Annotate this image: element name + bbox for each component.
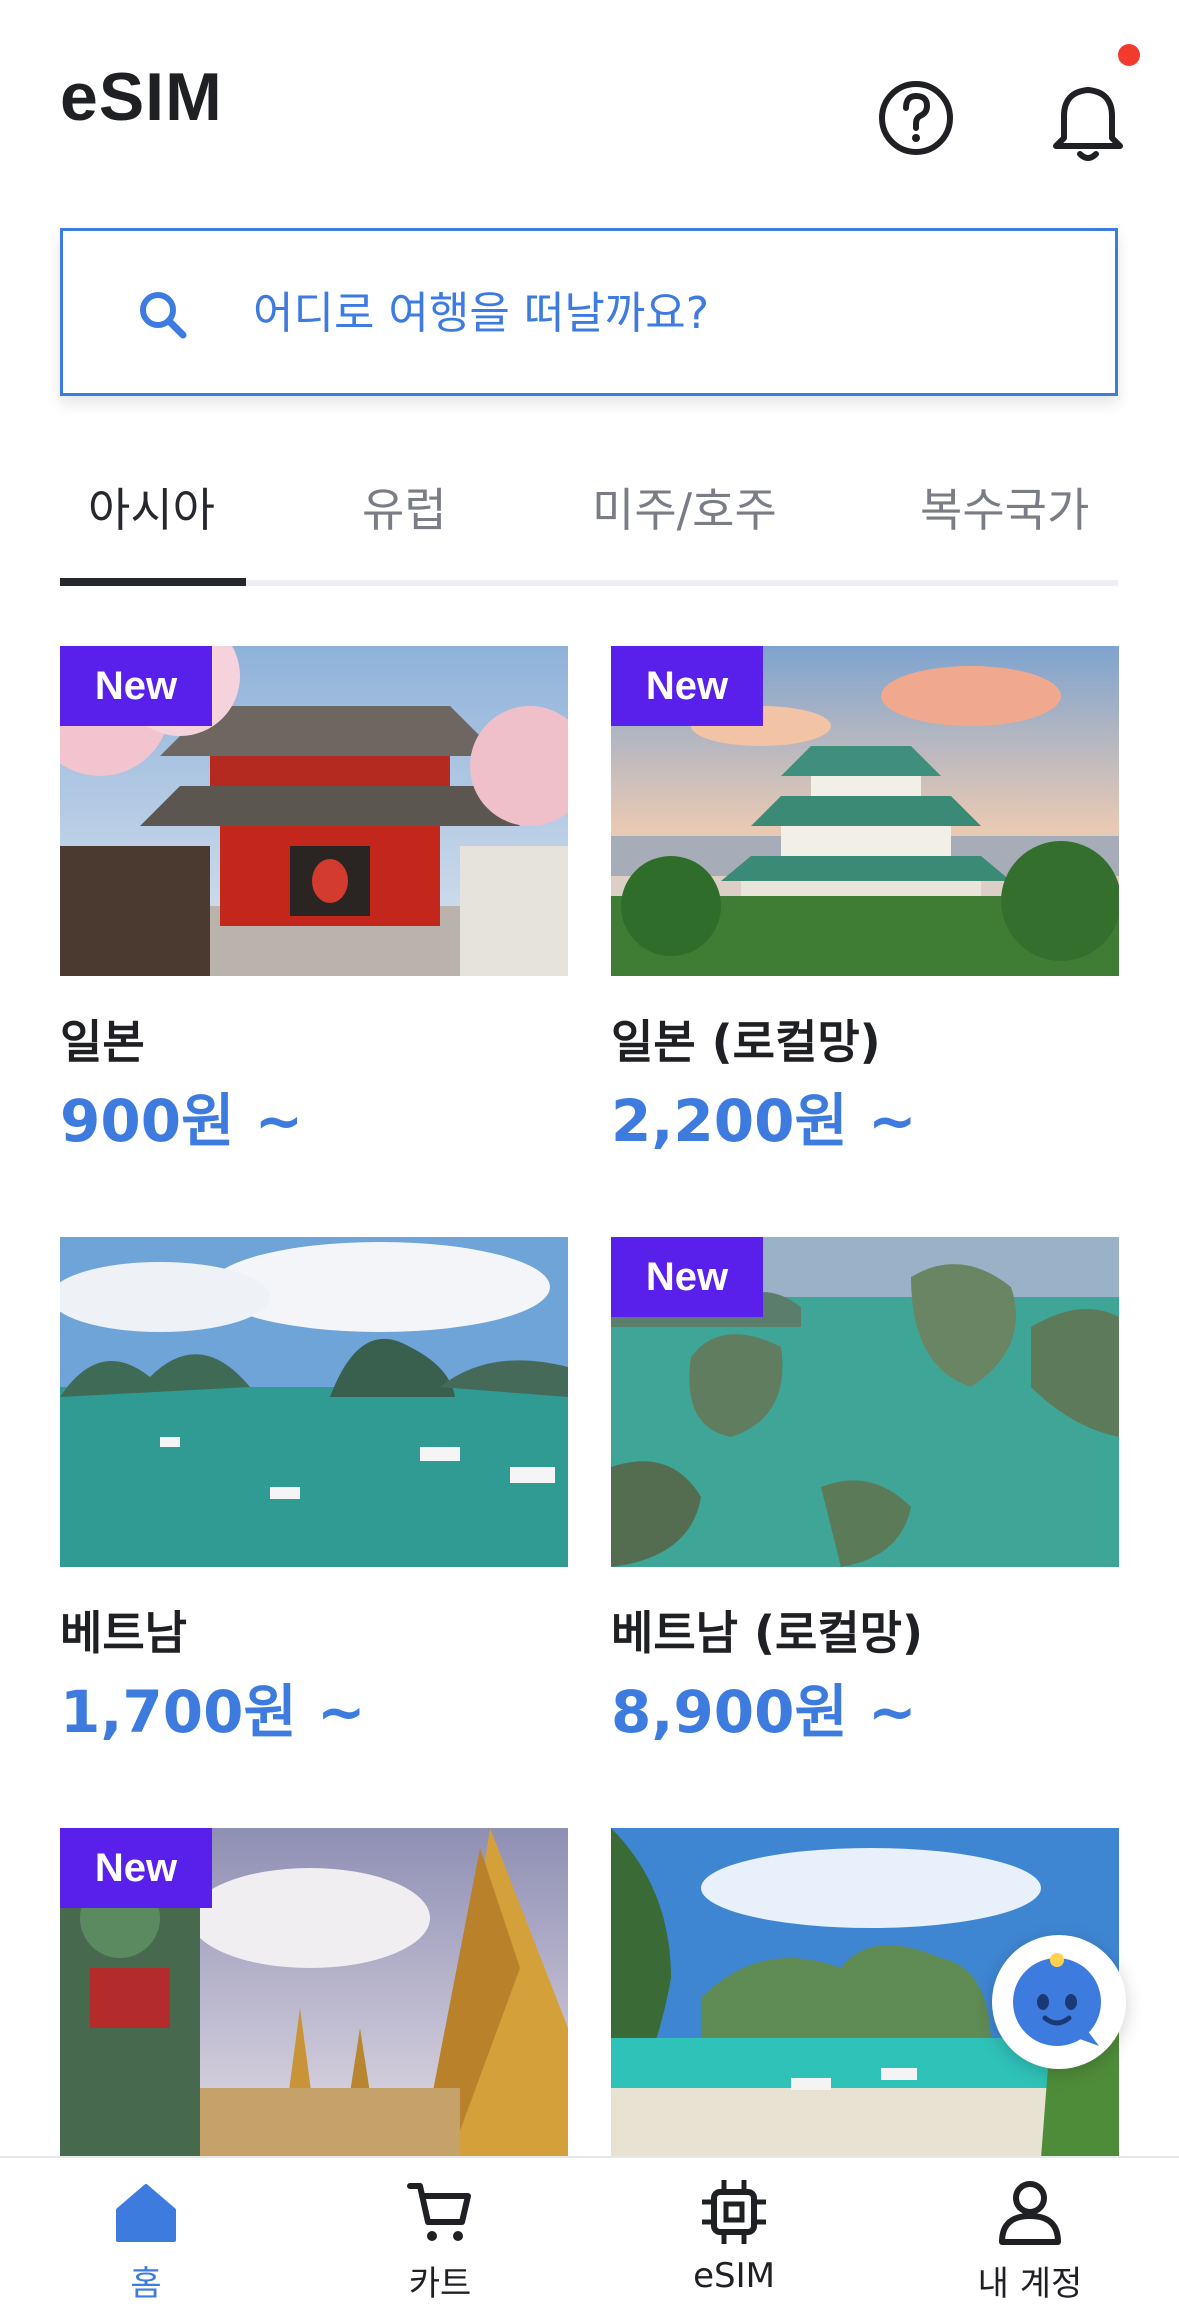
product-card[interactable]: New	[60, 1828, 568, 2158]
user-icon	[999, 2181, 1061, 2245]
search-icon	[140, 292, 187, 339]
nav-label: 내 계정	[977, 2264, 1083, 2304]
bell-icon	[1053, 87, 1123, 161]
notification-dot	[1118, 44, 1140, 66]
nav-home[interactable]: 홈	[46, 2176, 246, 2316]
chip-icon	[702, 2180, 766, 2244]
cart-icon	[407, 2183, 471, 2241]
nav-label: 카트	[408, 2264, 472, 2304]
card-price: 1,700원 ~	[60, 1678, 366, 1746]
app-title: eSIM	[60, 59, 223, 135]
active-tab-indicator	[60, 578, 246, 586]
new-badge: New	[611, 1237, 763, 1317]
product-card[interactable]: New 일본 900원 ~	[60, 646, 568, 1155]
nav-label: eSIM	[693, 2256, 775, 2296]
nav-label: 홈	[130, 2264, 162, 2304]
chatbot-button[interactable]	[992, 1935, 1126, 2069]
tab-asia[interactable]: 아시아	[88, 474, 215, 540]
home-screen: eSIM 아시아 유럽 미주/호주 복수국가	[0, 0, 1179, 2321]
card-price: 900원 ~	[60, 1087, 304, 1155]
card-name: 베트남 (로컬망)	[611, 1606, 923, 1660]
bottom-navigation: 홈 카트 eSIM 내 계정	[0, 2156, 1179, 2321]
nav-esim[interactable]: eSIM	[634, 2176, 834, 2316]
tab-multi-country[interactable]: 복수국가	[920, 474, 1089, 540]
notification-button[interactable]	[1028, 44, 1148, 178]
tab-americas-oceania[interactable]: 미주/호주	[592, 474, 777, 540]
card-name: 일본 (로컬망)	[611, 1015, 881, 1069]
new-badge: New	[60, 646, 212, 726]
region-tabs: 아시아 유럽 미주/호주 복수국가	[60, 440, 1118, 590]
japan-temple-image: New	[60, 646, 568, 976]
product-card[interactable]: New 일본 (로컬망) 2,200원 ~	[611, 646, 1119, 1155]
chatbot-face-icon	[1013, 1953, 1101, 2046]
product-card[interactable]: 베트남 1,700원 ~	[60, 1237, 568, 1746]
new-badge: New	[611, 646, 763, 726]
halong-bay-aerial-image: New	[611, 1237, 1119, 1567]
card-name: 일본	[60, 1015, 145, 1069]
tab-europe[interactable]: 유럽	[362, 474, 447, 540]
thailand-temple-image: New	[60, 1828, 568, 2158]
product-card[interactable]: New 베트남 (로컬망) 8,900원 ~	[611, 1237, 1119, 1746]
card-name: 베트남	[60, 1606, 187, 1660]
header: eSIM	[0, 0, 1179, 200]
search-box[interactable]	[60, 228, 1118, 396]
halong-bay-image	[60, 1237, 568, 1567]
help-button[interactable]	[856, 58, 976, 178]
nav-account[interactable]: 내 계정	[930, 2176, 1130, 2316]
new-badge: New	[60, 1828, 212, 1908]
search-input[interactable]	[253, 271, 1073, 355]
home-icon	[116, 2184, 176, 2242]
nav-cart[interactable]: 카트	[340, 2176, 540, 2316]
question-circle-icon	[879, 81, 953, 155]
japan-castle-image: New	[611, 646, 1119, 976]
card-price: 2,200원 ~	[611, 1087, 917, 1155]
card-price: 8,900원 ~	[611, 1678, 917, 1746]
